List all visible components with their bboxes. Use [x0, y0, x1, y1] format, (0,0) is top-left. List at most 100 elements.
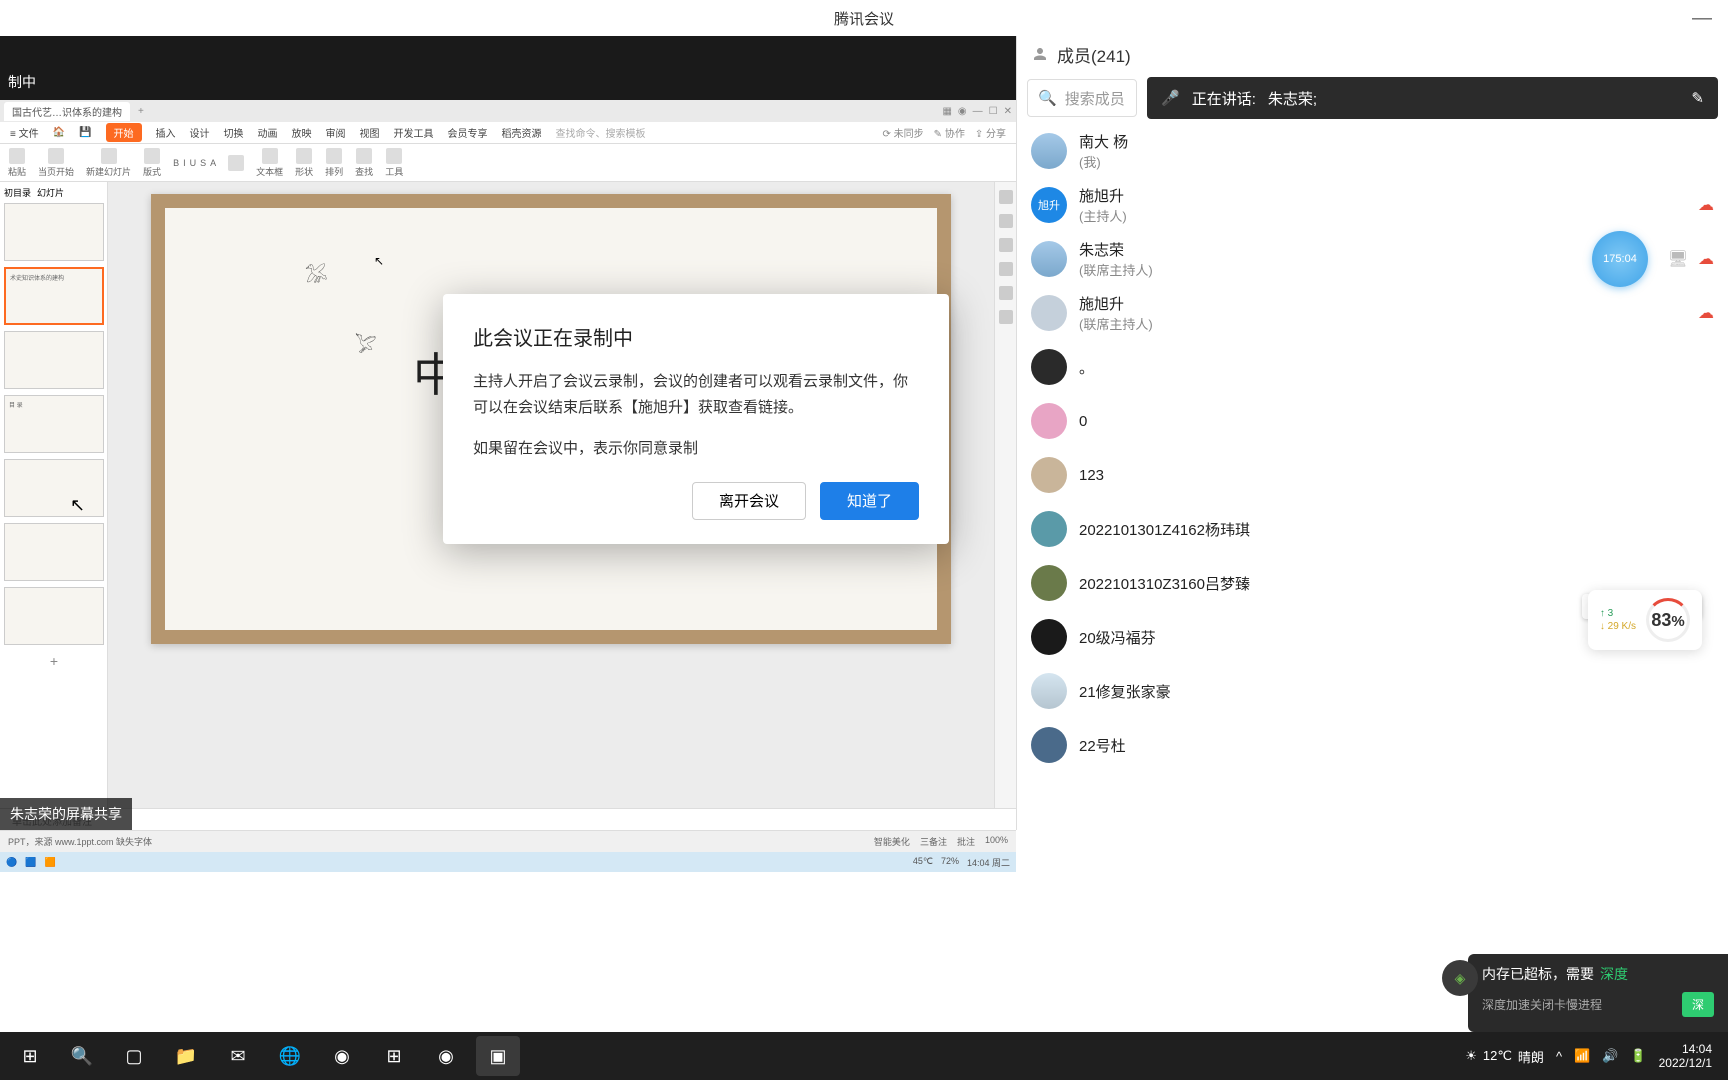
wps-collab[interactable]: ✎ 协作 — [934, 125, 965, 140]
store-icon[interactable]: ⊞ — [372, 1036, 416, 1076]
shape-icon[interactable] — [296, 148, 312, 164]
find-icon[interactable] — [356, 148, 372, 164]
wps-save-icon[interactable]: 💾 — [79, 127, 91, 138]
wps-close-icon[interactable]: ✕ — [1004, 106, 1012, 117]
ok-button[interactable]: 知道了 — [820, 482, 919, 520]
wps-menu-item[interactable]: 审阅 — [326, 125, 346, 140]
inner-task-icon[interactable]: 🟦 — [25, 857, 36, 868]
network-widget[interactable]: ↑ 3 ↓ 29 K/s 83% — [1588, 590, 1702, 650]
slide-thumb[interactable]: 目 录 — [4, 395, 104, 453]
leave-meeting-button[interactable]: 离开会议 — [692, 482, 806, 520]
thumb-tab[interactable]: 幻灯片 — [37, 186, 64, 199]
side-tool-icon[interactable] — [999, 190, 1013, 204]
search-input[interactable]: 🔍 搜索成员 — [1027, 79, 1137, 117]
paste-icon[interactable] — [9, 148, 25, 164]
wps-menu-home[interactable]: 🏠 — [53, 127, 65, 138]
textbox-icon[interactable] — [262, 148, 278, 164]
thumb-tab[interactable]: 初目录 — [4, 186, 31, 199]
wps-menu-item[interactable]: 设计 — [190, 125, 210, 140]
strike-icon[interactable]: S — [200, 158, 206, 168]
wps-search-hint[interactable]: 查找命令、搜索模板 — [556, 125, 646, 140]
member-row[interactable]: 施旭升 (联席主持人) ☁ — [1017, 286, 1728, 340]
tools-icon[interactable] — [386, 148, 402, 164]
wps-menu-item[interactable]: 开发工具 — [394, 125, 434, 140]
layout-icon[interactable] — [144, 148, 160, 164]
minimize-button[interactable]: — — [1692, 7, 1712, 30]
memory-warning-toast[interactable]: ◈ 内存已超标，需要 深度 深度加速关闭卡慢进程 深 — [1468, 954, 1728, 1032]
battery-icon[interactable]: 🔋 — [1630, 1048, 1646, 1064]
search-button[interactable]: 🔍 — [60, 1036, 104, 1076]
member-row[interactable]: 朱志荣 (联席主持人) 175:04🖥☁ — [1017, 232, 1728, 286]
slide-thumb[interactable] — [4, 459, 104, 517]
side-tool-icon[interactable] — [999, 262, 1013, 276]
member-row[interactable]: 2022101301Z4162杨玮琪 — [1017, 502, 1728, 556]
tray-chevron-icon[interactable]: ^ — [1556, 1049, 1562, 1064]
volume-icon[interactable]: 🔊 — [1602, 1048, 1618, 1064]
status-item[interactable]: 三备注 — [920, 835, 947, 848]
side-tool-icon[interactable] — [999, 286, 1013, 300]
inner-task-icon[interactable]: 🟧 — [44, 857, 55, 868]
member-row[interactable]: 。 — [1017, 340, 1728, 394]
task-view-button[interactable]: ▢ — [112, 1036, 156, 1076]
chrome-icon[interactable]: ◉ — [424, 1036, 468, 1076]
bold-icon[interactable]: B — [173, 158, 179, 168]
weather-widget[interactable]: ☀ 12℃ 晴朗 — [1465, 1047, 1544, 1066]
app-icon[interactable]: ◉ — [320, 1036, 364, 1076]
wps-menu-item[interactable]: 放映 — [292, 125, 312, 140]
status-item[interactable]: 智能美化 — [874, 835, 910, 848]
start-button[interactable]: ⊞ — [8, 1036, 52, 1076]
new-slide-icon[interactable] — [101, 148, 117, 164]
side-tool-icon[interactable] — [999, 310, 1013, 324]
side-tool-icon[interactable] — [999, 214, 1013, 228]
member-row[interactable]: 123 — [1017, 448, 1728, 502]
side-tool-icon[interactable] — [999, 238, 1013, 252]
wps-avatar-icon[interactable]: ◉ — [958, 106, 967, 117]
wps-file-tab[interactable]: 国古代艺…识体系的建构 — [4, 102, 130, 121]
member-row[interactable]: 22号杜 — [1017, 718, 1728, 772]
wps-menu-item[interactable]: 视图 — [360, 125, 380, 140]
wps-share[interactable]: ⇪ 分享 — [975, 125, 1006, 140]
wps-menu-item[interactable]: 稻壳资源 — [502, 125, 542, 140]
wps-min-icon[interactable]: — — [973, 106, 983, 117]
font-color-icon[interactable]: A — [210, 158, 216, 168]
member-row[interactable]: 0 — [1017, 394, 1728, 448]
slide-thumb[interactable] — [4, 587, 104, 645]
italic-icon[interactable]: I — [183, 158, 186, 168]
edge-icon[interactable]: 🌐 — [268, 1036, 312, 1076]
pen-icon[interactable]: ✎ — [1691, 89, 1704, 107]
wps-sync-status[interactable]: ⟳ 未同步 — [882, 125, 923, 140]
member-row[interactable]: 南大 杨 (我) — [1017, 124, 1728, 178]
slide-thumb[interactable] — [4, 523, 104, 581]
wps-layout-icon[interactable]: ▦ — [942, 106, 951, 117]
play-icon[interactable] — [48, 148, 64, 164]
arrange-icon[interactable] — [326, 148, 342, 164]
wifi-icon[interactable]: 📶 — [1574, 1048, 1590, 1064]
slide-thumb[interactable] — [4, 331, 104, 389]
mail-icon[interactable]: ✉ — [216, 1036, 260, 1076]
member-row[interactable]: 旭升 施旭升 (主持人) ☁ — [1017, 178, 1728, 232]
toast-action-button[interactable]: 深 — [1682, 992, 1714, 1017]
add-slide-button[interactable]: + — [4, 651, 104, 671]
slide-thumb[interactable]: 术史知识体系的建构 — [4, 267, 104, 325]
explorer-icon[interactable]: 📁 — [164, 1036, 208, 1076]
recording-indicator: 制中 — [8, 72, 36, 100]
wps-menu-start[interactable]: 开始 — [106, 123, 142, 142]
tencent-meeting-icon[interactable]: ▣ — [476, 1036, 520, 1076]
avatar — [1031, 619, 1067, 655]
align-icon[interactable] — [228, 155, 244, 171]
status-item[interactable]: 批注 — [957, 835, 975, 848]
member-row[interactable]: 21修复张家豪 — [1017, 664, 1728, 718]
underline-icon[interactable]: U — [190, 158, 197, 168]
wps-max-icon[interactable]: ☐ — [989, 106, 998, 117]
wps-menu-item[interactable]: 切换 — [224, 125, 244, 140]
wps-menu-item[interactable]: 插入 — [156, 125, 176, 140]
wps-menu-item[interactable]: 动画 — [258, 125, 278, 140]
system-clock[interactable]: 14:04 2022/12/1 — [1659, 1042, 1712, 1071]
inner-task-icon[interactable]: 🔵 — [6, 857, 17, 868]
wps-new-tab[interactable]: + — [138, 106, 144, 117]
zoom-level[interactable]: 100% — [985, 835, 1008, 848]
slide-thumb[interactable] — [4, 203, 104, 261]
notes-pane[interactable]: 单击此处添加备注 — [0, 808, 1016, 830]
wps-menu-item[interactable]: 会员专享 — [448, 125, 488, 140]
wps-menu-file[interactable]: ≡ 文件 — [10, 125, 39, 140]
